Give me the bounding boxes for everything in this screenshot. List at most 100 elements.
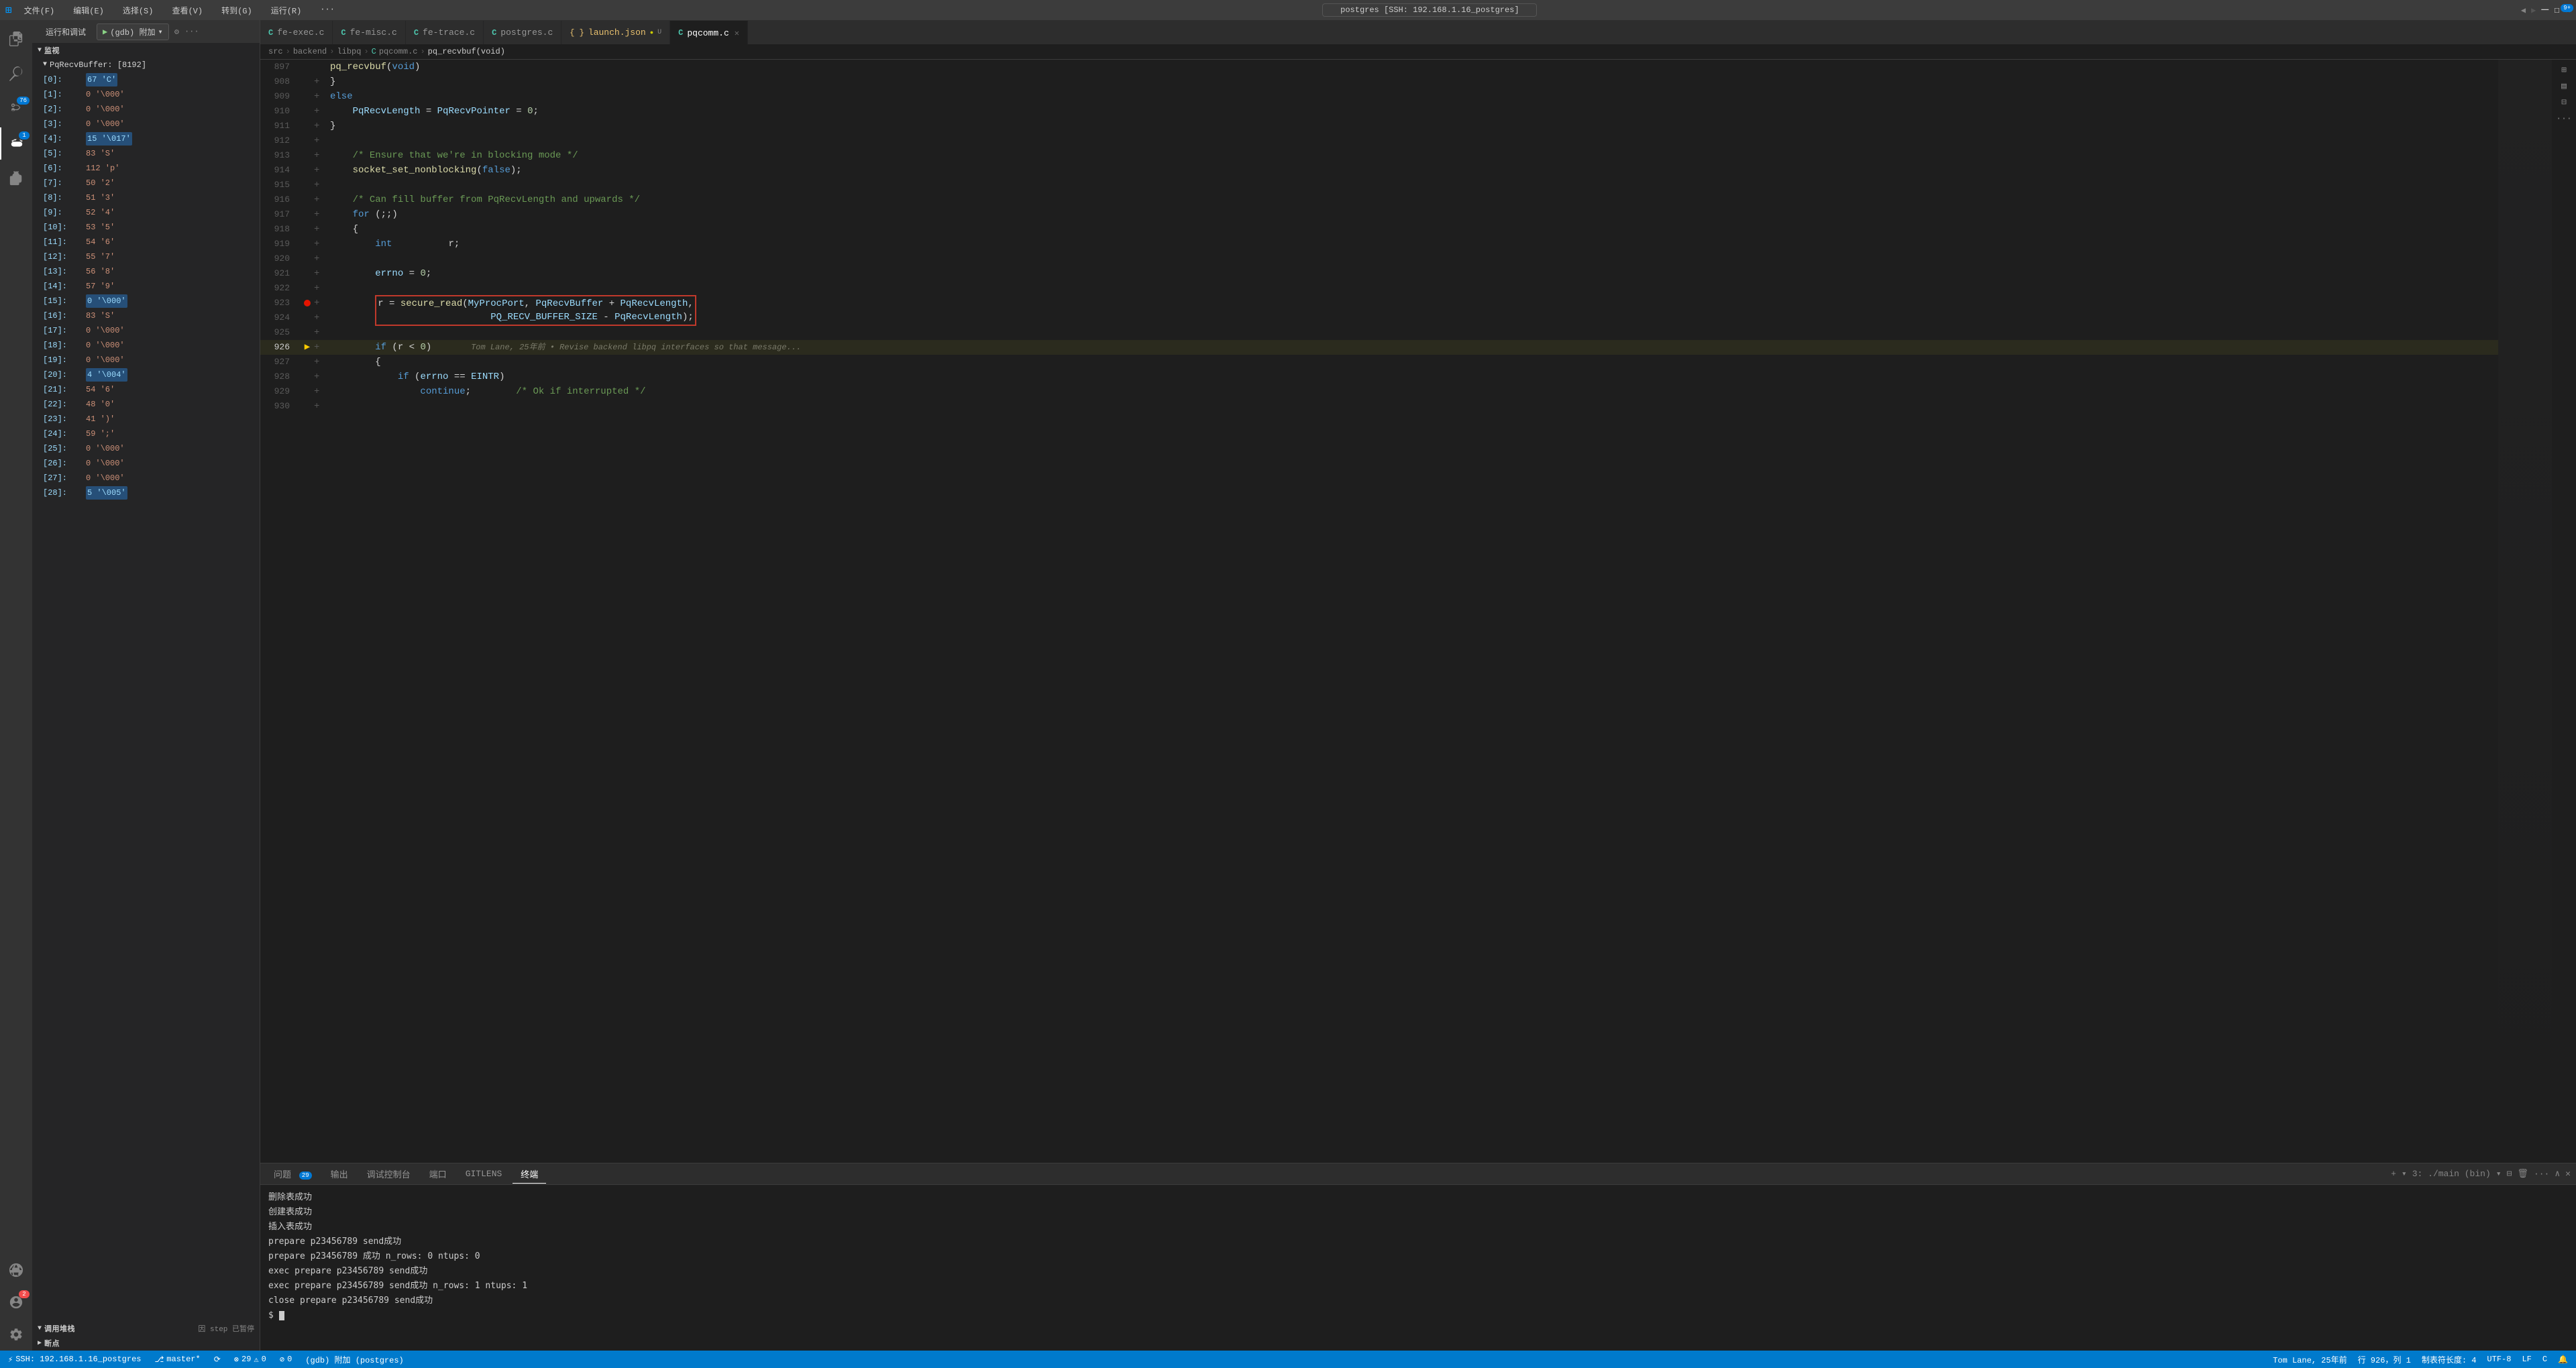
watch-item[interactable]: [24]:59 ';' — [32, 426, 260, 441]
code-line[interactable]: 909+else — [260, 89, 2498, 104]
debug-settings-icon[interactable]: ⚙ — [174, 27, 179, 37]
watch-item[interactable]: [6]:112 'p' — [32, 161, 260, 176]
activity-accounts[interactable]: 2 — [0, 1286, 32, 1318]
status-position[interactable]: 行 926，列 1 — [2355, 1354, 2414, 1365]
status-bell[interactable]: 🔔 — [2555, 1355, 2571, 1365]
watch-item[interactable]: [10]:53 '5' — [32, 220, 260, 235]
code-line[interactable]: 925+ — [260, 325, 2498, 340]
panel-close-icon[interactable]: ✕ — [2565, 1169, 2571, 1179]
code-line[interactable]: 913+ /* Ensure that we're in blocking mo… — [260, 148, 2498, 163]
activity-extensions[interactable] — [0, 162, 32, 194]
watch-item[interactable]: [14]:57 '9' — [32, 279, 260, 294]
nav-forward[interactable]: ▶ — [2531, 5, 2536, 15]
watch-item[interactable]: [22]:48 '0' — [32, 397, 260, 412]
watch-item[interactable]: [28]:5 '\005' — [32, 486, 260, 500]
menu-file[interactable]: 文件(F) — [20, 3, 59, 17]
breakpoints-section-header[interactable]: ▶ 断点 — [32, 1336, 260, 1351]
status-branch[interactable]: ⎇ master* — [152, 1355, 203, 1365]
watch-item[interactable]: [11]:54 '6' — [32, 235, 260, 249]
toggle-primary-sidebar-icon[interactable]: ⊞ — [2555, 62, 2573, 77]
watch-item[interactable]: [18]:0 '\000' — [32, 338, 260, 353]
tab-fe-exec[interactable]: C fe-exec.c — [260, 21, 333, 44]
code-line[interactable]: 930+ — [260, 399, 2498, 414]
code-line[interactable]: 924+ PQ_RECV_BUFFER_SIZE - PqRecvLength)… — [260, 310, 2498, 325]
breadcrumb-backend[interactable]: backend — [293, 47, 327, 56]
code-line[interactable]: 927+ { — [260, 355, 2498, 369]
debug-more-icon[interactable]: ··· — [184, 27, 199, 36]
panel-trash-icon[interactable]: 🗑 — [2517, 1169, 2528, 1179]
panel-terminal-dropdown[interactable]: ▾ — [2496, 1169, 2502, 1179]
watch-item[interactable]: [4]:15 '\017' — [32, 131, 260, 146]
panel-tab-terminal[interactable]: 终端 — [513, 1165, 546, 1184]
activity-search[interactable] — [0, 58, 32, 90]
code-line[interactable]: 916+ /* Can fill buffer from PqRecvLengt… — [260, 192, 2498, 207]
watch-item[interactable]: [27]:0 '\000' — [32, 471, 260, 486]
gutter[interactable]: ▶ — [301, 340, 314, 355]
watch-root-item[interactable]: ▼ PqRecvBuffer: [8192] — [32, 58, 260, 72]
debug-session-btn[interactable]: ▶ (gdb) 附加 ▾ — [97, 23, 169, 40]
watch-item[interactable]: [8]:51 '3' — [32, 190, 260, 205]
watch-item[interactable]: [26]:0 '\000' — [32, 456, 260, 471]
watch-item[interactable]: [0]:67 'C' — [32, 72, 260, 87]
watch-item[interactable]: [5]:83 'S' — [32, 146, 260, 161]
watch-item[interactable]: [1]:0 '\000' — [32, 87, 260, 102]
tab-fe-trace[interactable]: C fe-trace.c — [406, 21, 484, 44]
debug-config[interactable]: 运行和调试 — [40, 24, 91, 40]
panel-collapse-icon[interactable]: ∧ — [2555, 1169, 2560, 1179]
status-eol[interactable]: LF — [2519, 1355, 2534, 1364]
panel-content[interactable]: 删除表成功创建表成功插入表成功prepare p23456789 send成功p… — [260, 1185, 2576, 1351]
watch-item[interactable]: [13]:56 '8' — [32, 264, 260, 279]
panel-dropdown-icon[interactable]: ▾ — [2402, 1169, 2407, 1179]
menu-run[interactable]: 运行(R) — [267, 3, 306, 17]
maximize-btn[interactable]: ☐ — [2554, 5, 2559, 16]
code-line[interactable]: 919+ int r; — [260, 237, 2498, 251]
menu-bar[interactable]: 文件(F) 编辑(E) 选择(S) 查看(V) 转到(G) 运行(R) ··· — [20, 3, 339, 17]
panel-more-icon[interactable]: ··· — [2534, 1169, 2549, 1179]
panel-tab-problems[interactable]: 问题 29 — [266, 1165, 320, 1183]
status-encoding[interactable]: UTF-8 — [2484, 1355, 2514, 1364]
watch-item[interactable]: [20]:4 '\004' — [32, 367, 260, 382]
watch-item[interactable]: [9]:52 '4' — [32, 205, 260, 220]
watch-item[interactable]: [7]:50 '2' — [32, 176, 260, 190]
watch-item[interactable]: [17]:0 '\000' — [32, 323, 260, 338]
minimap[interactable] — [2498, 60, 2552, 1163]
tab-fe-misc[interactable]: C fe-misc.c — [333, 21, 405, 44]
tab-pqcomm[interactable]: C pqcomm.c 9+ ✕ — [670, 21, 748, 44]
code-line[interactable]: 920+ — [260, 251, 2498, 266]
menu-edit[interactable]: 编辑(E) — [69, 3, 108, 17]
breadcrumb-file[interactable]: pqcomm.c — [379, 47, 418, 56]
code-line[interactable]: 918+ { — [260, 222, 2498, 237]
panel-tab-output[interactable]: 输出 — [323, 1165, 356, 1183]
code-line[interactable]: 929+ continue; /* Ok if interrupted */ — [260, 384, 2498, 399]
watch-item[interactable]: [2]:0 '\000' — [32, 102, 260, 117]
status-language[interactable]: C — [2540, 1355, 2550, 1364]
watch-item[interactable]: [23]:41 ')' — [32, 412, 260, 426]
breadcrumb-function[interactable]: pq_recvbuf(void) — [428, 47, 505, 56]
tab-launch-json[interactable]: { } launch.json ● U — [561, 21, 670, 44]
code-line[interactable]: 912+ — [260, 133, 2498, 148]
status-sync[interactable]: ⟳ — [211, 1355, 223, 1365]
panel-tab-gitlens[interactable]: GITLENS — [458, 1166, 511, 1182]
code-line[interactable]: 908+} — [260, 74, 2498, 89]
tab-close-btn[interactable]: ✕ — [735, 28, 739, 38]
activity-settings[interactable] — [0, 1318, 32, 1351]
breadcrumb-libpq[interactable]: libpq — [337, 47, 361, 56]
code-line[interactable]: 921+ errno = 0; — [260, 266, 2498, 281]
status-debug-session[interactable]: (gdb) 附加 (postgres) — [303, 1354, 406, 1365]
watch-item[interactable]: [21]:54 '6' — [32, 382, 260, 397]
code-line[interactable]: 923+ r = secure_read(MyProcPort, PqRecvB… — [260, 296, 2498, 310]
tab-postgres[interactable]: C postgres.c 3 — [484, 21, 561, 44]
gutter[interactable] — [301, 300, 314, 306]
watch-item[interactable]: [12]:55 '7' — [32, 249, 260, 264]
titlebar-search[interactable]: postgres [SSH: 192.168.1.16_postgres] — [1322, 3, 1537, 17]
code-line[interactable]: 897pq_recvbuf(void) — [260, 60, 2498, 74]
menu-view[interactable]: 查看(V) — [168, 3, 207, 17]
terminal-name[interactable]: 3: ./main (bin) — [2412, 1169, 2491, 1179]
status-author[interactable]: Tom Lane, 25年前 — [2270, 1354, 2349, 1365]
breadcrumb-src[interactable]: src — [268, 47, 283, 56]
toggle-panel-icon[interactable]: ▤ — [2555, 78, 2573, 93]
status-errors[interactable]: ⊗ 29 ⚠ 0 — [231, 1355, 269, 1365]
callstack-section-header[interactable]: ▼ 调用堆栈 因 step 已暂停 — [32, 1321, 260, 1336]
watch-item[interactable]: [15]:0 '\000' — [32, 294, 260, 308]
activity-explorer[interactable] — [0, 23, 32, 55]
